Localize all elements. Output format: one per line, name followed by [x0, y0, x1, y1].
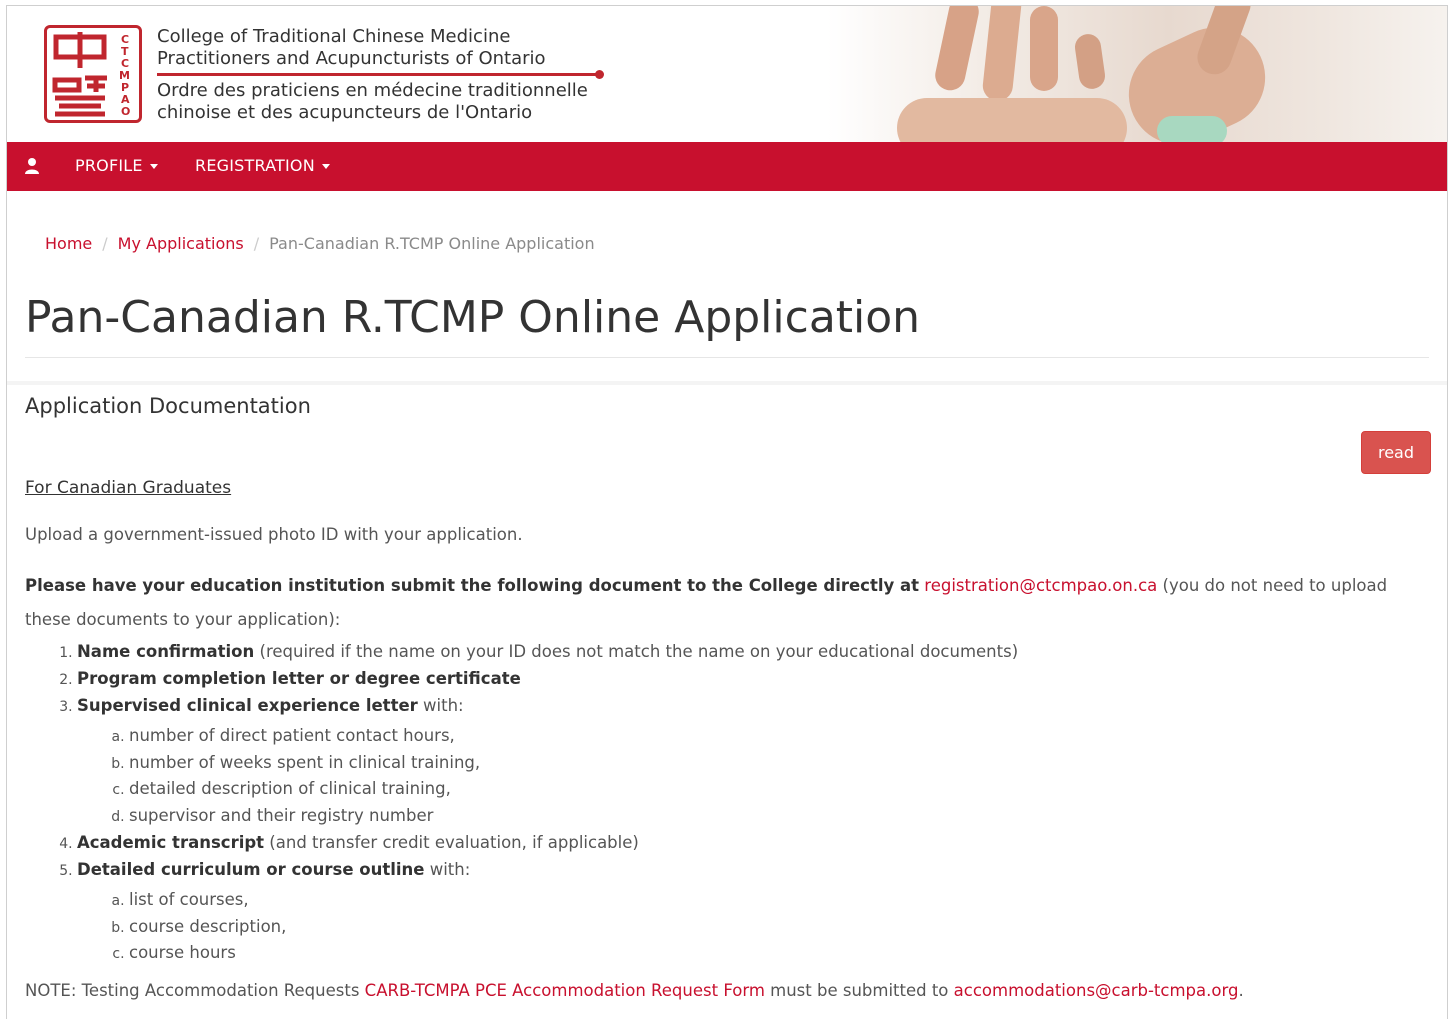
accommodation-note: NOTE: Testing Accommodation Requests CAR… [25, 979, 1429, 1003]
org-name-fr-line2: chinoise et des acupuncteurs de l'Ontari… [157, 102, 533, 123]
page-frame: C T C M P A O College of Traditional Chi… [6, 5, 1448, 1019]
sub-list-item: course description, [129, 914, 1429, 941]
institution-instruction: Please have your education institution s… [25, 569, 1429, 637]
list-item-detail: (and transfer credit evaluation, if appl… [264, 833, 639, 852]
breadcrumb-home-link[interactable]: Home [45, 234, 92, 253]
accommodation-form-link[interactable]: CARB-TCMPA PCE Accommodation Request For… [365, 981, 765, 1000]
college-logo[interactable]: C T C M P A O [44, 25, 142, 123]
list-item: Program completion letter or degree cert… [77, 665, 1429, 692]
breadcrumb-separator: / [102, 234, 108, 253]
canadian-graduates-subheading: For Canadian Graduates [25, 478, 232, 498]
sub-list-item: course hours [129, 940, 1429, 967]
accommodation-email-link[interactable]: accommodations@carb-tcmpa.org [954, 981, 1239, 1000]
read-button[interactable]: read [1361, 431, 1431, 474]
institution-instruction-bold: Please have your education institution s… [25, 576, 920, 595]
sub-list-item: detailed description of clinical trainin… [129, 776, 1429, 803]
sub-list-item: number of weeks spent in clinical traini… [129, 750, 1429, 777]
list-item: Name confirmation (required if the name … [77, 638, 1429, 665]
nav-registration-label: REGISTRATION [195, 156, 315, 175]
section-title: Application Documentation [25, 394, 311, 418]
logo-letter: O [121, 105, 130, 118]
list-item-detail: (required if the name on your ID does no… [254, 642, 1019, 661]
site-header: C T C M P A O College of Traditional Chi… [7, 6, 1447, 142]
list-item-title: Academic transcript [77, 833, 265, 852]
list-item-title: Detailed curriculum or course outline [77, 860, 425, 879]
list-item-detail: with: [417, 696, 464, 715]
note-suffix: . [1238, 980, 1244, 1000]
sub-list: number of direct patient contact hours, … [77, 723, 1429, 829]
list-item: Detailed curriculum or course outline wi… [77, 856, 1429, 967]
breadcrumb-current: Pan-Canadian R.TCMP Online Application [269, 234, 595, 253]
chevron-down-icon [321, 164, 330, 169]
org-name-french: Ordre des praticiens en médecine traditi… [157, 80, 588, 124]
list-item-title: Supervised clinical experience letter [77, 696, 418, 715]
section-divider [7, 381, 1447, 385]
note-prefix: NOTE: Testing Accommodation Requests [25, 980, 365, 1000]
nav-profile-label: PROFILE [75, 156, 143, 175]
org-name-english: College of Traditional Chinese Medicine … [157, 26, 546, 70]
header-hands-image [827, 6, 1447, 142]
note-middle: must be submitted to [764, 980, 954, 1000]
breadcrumb-applications-link[interactable]: My Applications [118, 234, 244, 253]
sub-list: list of courses, course description, cou… [77, 887, 1429, 967]
logo-seal-icon: C T C M P A O [52, 32, 130, 118]
org-name-en-line1: College of Traditional Chinese Medicine [157, 26, 511, 47]
list-item-title: Name confirmation [77, 642, 255, 661]
sub-list-item: supervisor and their registry number [129, 803, 1429, 830]
title-divider [25, 357, 1429, 358]
user-icon[interactable] [24, 156, 40, 176]
chevron-down-icon [149, 164, 158, 169]
main-navbar: PROFILE REGISTRATION [7, 142, 1447, 191]
required-documents-list: Name confirmation (required if the name … [25, 638, 1429, 967]
breadcrumb: Home / My Applications / Pan-Canadian R.TCMP… [45, 234, 595, 253]
registration-email-link[interactable]: registration@ctcmpao.on.ca [924, 576, 1157, 595]
documentation-content: For Canadian Graduates Upload a governme… [25, 478, 1429, 1003]
header-divider-dot [595, 70, 604, 79]
header-divider-line [157, 73, 601, 76]
list-item: Supervised clinical experience letter wi… [77, 692, 1429, 829]
sub-list-item: list of courses, [129, 887, 1429, 914]
list-item-title: Program completion letter or degree cert… [77, 669, 521, 688]
list-item-detail: with: [424, 860, 471, 879]
sub-list-item: number of direct patient contact hours, [129, 723, 1429, 750]
page-title: Pan-Canadian R.TCMP Online Application [25, 292, 921, 343]
list-item: Academic transcript (and transfer credit… [77, 829, 1429, 856]
org-name-en-line2: Practitioners and Acupuncturists of Onta… [157, 48, 546, 69]
upload-instruction: Upload a government-issued photo ID with… [25, 525, 523, 544]
breadcrumb-separator: / [253, 234, 260, 253]
nav-registration-dropdown[interactable]: REGISTRATION [195, 156, 330, 175]
nav-profile-dropdown[interactable]: PROFILE [75, 156, 158, 175]
org-name-fr-line1: Ordre des praticiens en médecine traditi… [157, 80, 588, 101]
